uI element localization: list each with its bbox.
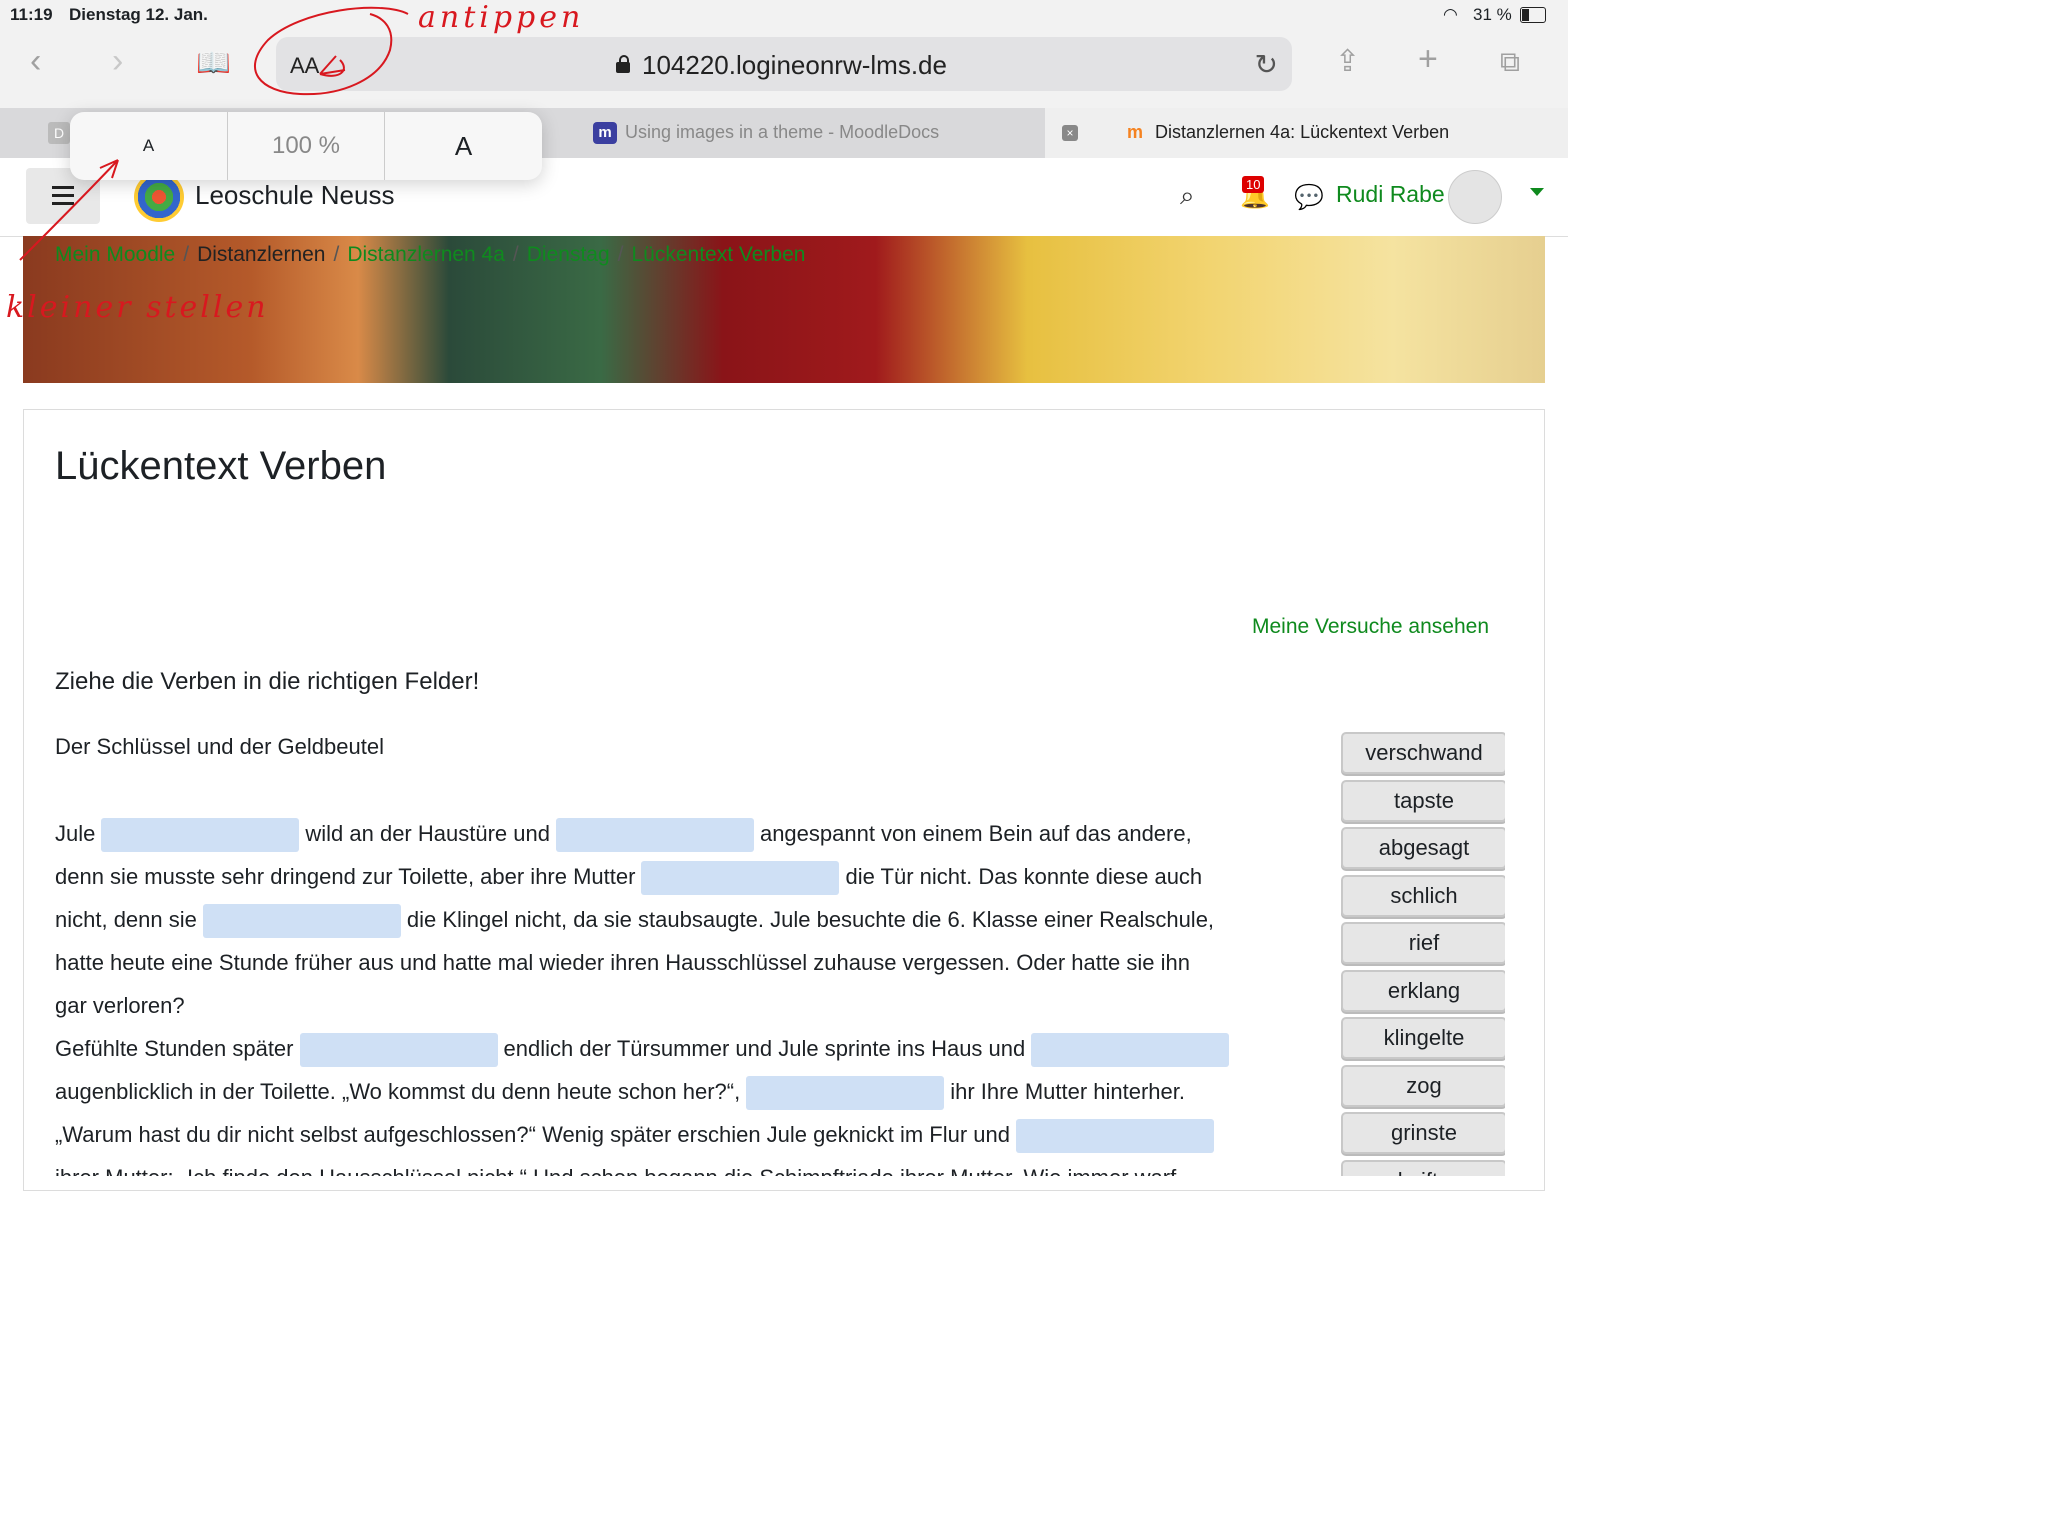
drop-gap[interactable] [746,1076,945,1111]
instruction: Ziehe die Verben in die richtigen Felder… [55,668,480,695]
annotation-smaller: kleiner stellen [6,290,269,325]
verb-chip[interactable]: grinste [1341,1112,1505,1154]
story-title: Der Schlüssel und der Geldbeutel [55,734,384,759]
drop-gap[interactable] [555,818,754,853]
verb-chip[interactable]: schlich [1341,875,1505,917]
verb-choices: verschwand tapste abgesagt schlich rief … [1341,732,1505,1176]
drop-gap[interactable] [299,1033,498,1068]
verb-chip[interactable]: keifte [1341,1160,1505,1176]
page-title: Lückentext Verben [55,444,387,488]
drop-gap[interactable] [641,861,840,896]
drop-gap[interactable] [101,818,300,853]
verb-chip[interactable]: verschwand [1341,732,1505,774]
cloze-text: Jule wild an der Haustüre und angespannt v… [55,812,1335,1176]
annotation-strokes [19,6,409,261]
verb-chip[interactable]: klingelte [1341,1017,1505,1059]
verb-chip[interactable]: zog [1341,1065,1505,1107]
verb-chip[interactable]: tapste [1341,780,1505,822]
verb-chip[interactable]: erklang [1341,970,1505,1012]
verb-chip[interactable]: rief [1341,922,1505,964]
drop-gap[interactable] [202,904,401,939]
annotation-tap: antippen [418,0,585,35]
verb-chip[interactable]: abgesagt [1341,827,1505,869]
attempts-link[interactable]: Meine Versuche ansehen [1252,615,1489,639]
drop-gap[interactable] [1016,1119,1214,1154]
drop-gap[interactable] [1031,1033,1230,1068]
